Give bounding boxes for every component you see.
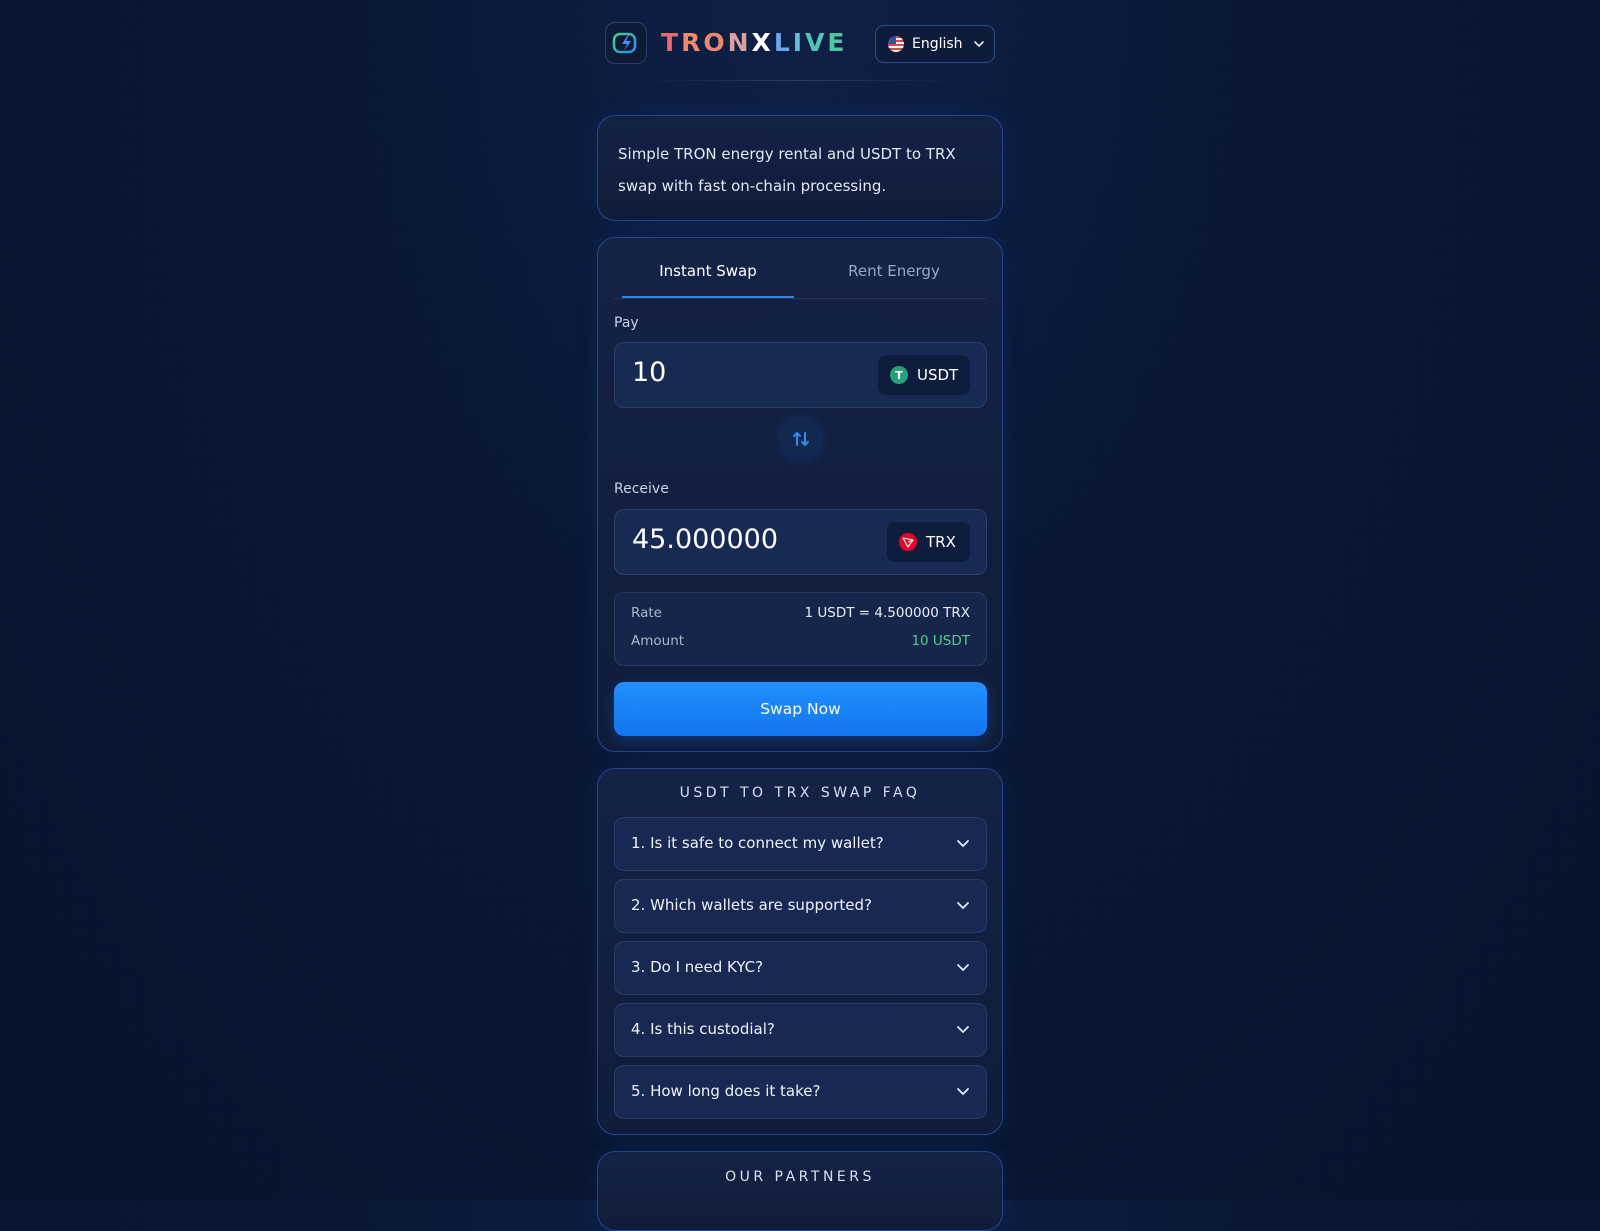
faq-title: USDT TO TRX SWAP FAQ (679, 785, 921, 801)
faq-item[interactable]: 5. How long does it take? (614, 1065, 987, 1119)
chevron-down-icon (957, 840, 969, 847)
pay-token-selector[interactable]: T USDT (878, 355, 970, 395)
chevron-down-icon (957, 902, 969, 909)
tether-icon: T (890, 366, 908, 384)
brand-letter: R (681, 28, 704, 57)
faq-item[interactable]: 3. Do I need KYC? (614, 941, 987, 995)
amount-label: Amount (631, 633, 685, 649)
brand-name[interactable]: TRONXLIVE (661, 28, 848, 57)
brand-letter: I (792, 28, 806, 57)
brand-letter: O (703, 28, 728, 57)
tab-bar: Instant Swap Rent Energy (614, 250, 986, 299)
swap-card: Instant Swap Rent Energy Pay 10 T USDT R… (597, 237, 1003, 752)
amount-row: Amount 10 USDT (631, 633, 970, 653)
us-flag-icon (888, 36, 904, 52)
faq-card: USDT TO TRX SWAP FAQ 1. Is it safe to co… (597, 768, 1003, 1135)
language-label: English (912, 36, 963, 52)
brand-letter: E (827, 28, 848, 57)
receive-token-selector[interactable]: TRX (887, 522, 970, 562)
brand-letter: N (727, 28, 752, 57)
header-divider (635, 80, 965, 81)
tab-rent-energy[interactable]: Rent Energy (810, 250, 978, 296)
rate-row: Rate 1 USDT = 4.500000 TRX (631, 605, 970, 625)
receive-field[interactable]: 45.000000 TRX (614, 509, 987, 575)
faq-question: 5. How long does it take? (631, 1082, 821, 1100)
brand-letter: L (773, 28, 793, 57)
pay-token-label: USDT (917, 366, 959, 384)
rate-value: 1 USDT = 4.500000 TRX (804, 605, 970, 621)
chevron-down-icon (957, 964, 969, 971)
amount-value: 10 USDT (911, 633, 970, 649)
partners-title: OUR PARTNERS (725, 1169, 875, 1185)
receive-label: Receive (614, 481, 669, 497)
pay-label: Pay (614, 315, 639, 331)
faq-item[interactable]: 4. Is this custodial? (614, 1003, 987, 1057)
receive-amount: 45.000000 (632, 524, 779, 555)
chevron-down-icon (957, 1026, 969, 1033)
faq-question: 4. Is this custodial? (631, 1020, 775, 1038)
faq-item[interactable]: 2. Which wallets are supported? (614, 879, 987, 933)
swap-arrows-icon (793, 432, 809, 446)
receive-token-label: TRX (926, 533, 956, 551)
pay-field[interactable]: 10 T USDT (614, 342, 987, 408)
faq-item[interactable]: 1. Is it safe to connect my wallet? (614, 817, 987, 871)
chevron-down-icon (973, 41, 984, 47)
faq-question: 2. Which wallets are supported? (631, 896, 872, 914)
partners-card: OUR PARTNERS (597, 1151, 1003, 1231)
swap-info-box: Rate 1 USDT = 4.500000 TRX Amount 10 USD… (614, 592, 987, 666)
faq-question: 3. Do I need KYC? (631, 958, 764, 976)
language-selector[interactable]: English (875, 25, 995, 63)
bolt-logo-icon (612, 32, 637, 54)
brand-letter: T (661, 28, 682, 57)
swap-direction-button[interactable] (782, 420, 820, 458)
brand-letter: X (751, 28, 774, 57)
brand-letter: V (805, 28, 828, 57)
logo[interactable] (605, 22, 647, 64)
intro-card: Simple TRON energy rental and USDT to TR… (597, 115, 1003, 221)
tron-icon (899, 533, 917, 551)
faq-question: 1. Is it safe to connect my wallet? (631, 834, 884, 852)
header: TRONXLIVE English (605, 22, 995, 66)
pay-amount-input[interactable]: 10 (632, 357, 666, 388)
chevron-down-icon (957, 1088, 969, 1095)
intro-text: Simple TRON energy rental and USDT to TR… (618, 145, 956, 195)
tab-instant-swap[interactable]: Instant Swap (622, 250, 794, 298)
swap-now-button[interactable]: Swap Now (614, 682, 987, 736)
rate-label: Rate (631, 605, 662, 621)
